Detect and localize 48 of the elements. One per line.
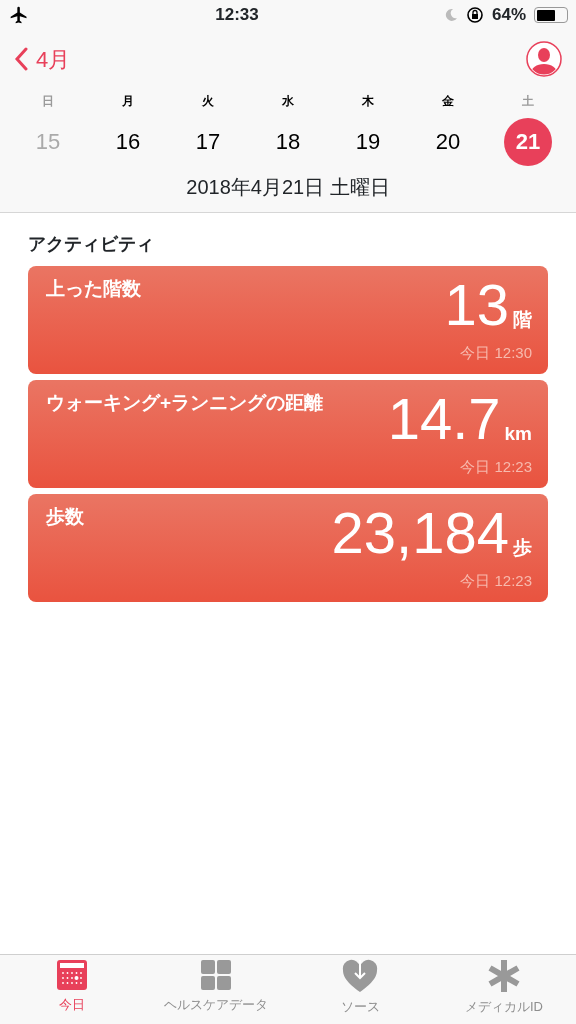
day-button[interactable]: 15 [24, 118, 72, 166]
moon-icon [444, 8, 458, 22]
metric-value: 13 [444, 276, 509, 334]
timestamp: 今日 12:23 [460, 457, 532, 477]
heart-download-icon [342, 959, 378, 993]
activity-card[interactable]: ウォーキング+ランニングの距離 14.7 km 今日 12:23 [28, 380, 548, 488]
weekday-label: 土 [521, 93, 535, 110]
weekday-label: 金 [441, 93, 455, 110]
activity-card[interactable]: 歩数 23,184 歩 今日 12:23 [28, 494, 548, 602]
profile-icon[interactable] [526, 41, 562, 77]
day-button[interactable]: 17 [184, 118, 232, 166]
section-title: アクティビティ [28, 234, 154, 254]
day-button[interactable]: 16 [104, 118, 152, 166]
airplane-icon [8, 5, 30, 25]
metric-unit: 歩 [513, 535, 532, 560]
rotation-lock-icon [466, 6, 484, 24]
day-button[interactable]: 20 [424, 118, 472, 166]
calendar-icon [56, 959, 88, 991]
metric-value: 23,184 [331, 504, 509, 562]
day-button[interactable]: 19 [344, 118, 392, 166]
day-button[interactable]: 21 [504, 118, 552, 166]
battery-percent: 64% [492, 4, 526, 27]
day-button[interactable]: 18 [264, 118, 312, 166]
card-title: 上った階数 [46, 277, 141, 301]
asterisk-icon [487, 959, 521, 993]
tab-button[interactable]: ソース [288, 955, 432, 1024]
timestamp: 今日 12:23 [460, 571, 532, 591]
selected-date: 2018年4月21日 土曜日 [186, 176, 390, 198]
tab-button[interactable]: ヘルスケアデータ [144, 955, 288, 1024]
clock-time: 12:33 [215, 4, 259, 27]
tab-button[interactable]: 今日 [0, 955, 144, 1024]
weekday-label: 水 [281, 93, 295, 110]
timestamp: 今日 12:30 [460, 343, 532, 363]
chevron-icon [14, 47, 28, 71]
metric-unit: km [504, 421, 532, 446]
grid-icon [200, 959, 232, 991]
metric-value: 14.7 [387, 390, 501, 448]
metric-unit: 階 [513, 307, 532, 332]
tab-button[interactable]: メディカルID [432, 955, 576, 1024]
weekday-label: 火 [201, 93, 215, 110]
weekday-label: 日 [41, 93, 55, 110]
card-title: ウォーキング+ランニングの距離 [46, 391, 324, 415]
battery-icon [534, 7, 568, 23]
card-title: 歩数 [46, 505, 84, 529]
weekday-label: 月 [121, 93, 135, 110]
activity-card[interactable]: 上った階数 13 階 今日 12:30 [28, 266, 548, 374]
weekday-label: 木 [361, 93, 375, 110]
back-button[interactable]: 4月 [14, 42, 71, 76]
